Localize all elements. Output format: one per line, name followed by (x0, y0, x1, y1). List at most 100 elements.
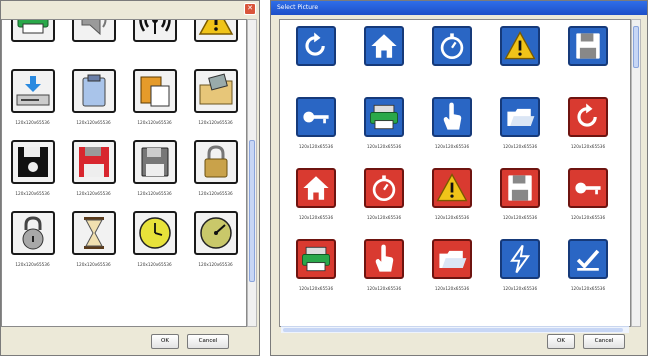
left-scroll-thumb[interactable] (249, 140, 255, 282)
left-picture-item[interactable]: 120x120x65536 (124, 140, 185, 211)
warning-icon (193, 20, 238, 42)
download-drive-icon (10, 69, 55, 113)
refresh-icon (296, 26, 336, 66)
right-picture-item[interactable] (418, 26, 486, 97)
picture-caption: 120x120x65536 (366, 144, 402, 149)
right-picture-item[interactable]: 120x120x65536 (486, 97, 554, 168)
left-picture-list[interactable]: 120x120x65536 120x120x65536 120x120x65536 1… (1, 19, 247, 327)
picture-caption: 120x120x65536 (502, 144, 538, 149)
left-picture-item[interactable]: 120x120x65536 (185, 140, 246, 211)
open-folder-icon (432, 239, 472, 279)
pointer-hand-icon (364, 239, 404, 279)
picture-caption: 120x120x65536 (434, 286, 470, 291)
picture-caption: 120x120x65536 (137, 191, 172, 196)
right-picture-item[interactable]: 120x120x65536 (554, 239, 622, 310)
pointer-hand-icon (432, 97, 472, 137)
paste-icon (132, 69, 177, 113)
right-picture-item[interactable] (282, 26, 350, 97)
left-picture-item[interactable]: 120x120x65536 (185, 211, 246, 282)
home-icon (296, 168, 336, 208)
key-icon (568, 168, 608, 208)
left-picture-item[interactable] (63, 20, 124, 69)
picture-caption: 120x120x65536 (366, 286, 402, 291)
right-picture-dialog: Select Picture 120x120x65536 120x120x6553… (270, 0, 648, 356)
lightning-icon (500, 239, 540, 279)
right-picture-item[interactable] (554, 26, 622, 97)
floppy-icon (568, 26, 608, 66)
picture-caption: 120x120x65536 (198, 262, 233, 267)
picture-caption: 120x120x65536 (298, 286, 334, 291)
left-picture-item[interactable]: 120x120x65536 (124, 211, 185, 282)
clipboard-icon (71, 69, 116, 113)
picture-caption: 120x120x65536 (366, 215, 402, 220)
stopwatch-icon (364, 168, 404, 208)
picture-caption: 120x120x65536 (570, 286, 606, 291)
left-picture-item[interactable]: 120x120x65536 (2, 140, 63, 211)
right-picture-item[interactable]: 120x120x65536 (486, 239, 554, 310)
right-vertical-scrollbar[interactable] (631, 19, 641, 327)
hourglass-icon (71, 211, 116, 255)
right-ok-button[interactable]: OK (547, 334, 575, 349)
right-picture-list[interactable]: 120x120x65536 120x120x65536 120x120x65536 1… (279, 19, 631, 327)
right-picture-item[interactable]: 120x120x65536 (418, 168, 486, 239)
padlock-round-icon (10, 211, 55, 255)
right-picture-item[interactable]: 120x120x65536 (350, 168, 418, 239)
right-scroll-thumb[interactable] (633, 26, 639, 68)
left-picture-item[interactable]: 120x120x65536 (63, 69, 124, 140)
left-picture-item[interactable] (185, 20, 246, 69)
right-picture-item[interactable]: 120x120x65536 (418, 97, 486, 168)
picture-caption: 120x120x65536 (76, 191, 111, 196)
right-hscroll-thumb[interactable] (283, 328, 623, 332)
right-horizontal-scrollbar[interactable] (281, 326, 629, 333)
key-icon (296, 97, 336, 137)
floppy-black-icon (10, 140, 55, 184)
left-picture-item[interactable]: 120x120x65536 (2, 211, 63, 282)
open-folder-icon (500, 97, 540, 137)
right-picture-item[interactable]: 120x120x65536 (350, 239, 418, 310)
picture-caption: 120x120x65536 (502, 215, 538, 220)
wireless-icon (132, 20, 177, 42)
left-picture-item[interactable] (2, 20, 63, 69)
right-picture-item[interactable]: 120x120x65536 (282, 239, 350, 310)
left-picture-item[interactable]: 120x120x65536 (185, 69, 246, 140)
floppy-red-icon (71, 140, 116, 184)
checkmark-icon (568, 239, 608, 279)
left-vertical-scrollbar[interactable] (247, 19, 257, 327)
speaker-icon (71, 20, 116, 42)
picture-caption: 120x120x65536 (298, 215, 334, 220)
picture-caption: 120x120x65536 (298, 144, 334, 149)
left-cancel-button[interactable]: Cancel (187, 334, 229, 349)
right-picture-item[interactable]: 120x120x65536 (486, 168, 554, 239)
printer-icon (364, 97, 404, 137)
right-picture-item[interactable] (486, 26, 554, 97)
folder-icon (193, 69, 238, 113)
left-picture-item[interactable] (124, 20, 185, 69)
picture-caption: 120x120x65536 (15, 120, 50, 125)
clock-icon (132, 211, 177, 255)
padlock-icon (193, 140, 238, 184)
refresh-icon (568, 97, 608, 137)
right-cancel-button[interactable]: Cancel (583, 334, 625, 349)
right-picture-item[interactable]: 120x120x65536 (554, 168, 622, 239)
right-picture-item[interactable]: 120x120x65536 (554, 97, 622, 168)
right-picture-item[interactable]: 120x120x65536 (282, 97, 350, 168)
right-picture-item[interactable]: 120x120x65536 (350, 97, 418, 168)
stopwatch-icon (432, 26, 472, 66)
left-picture-item[interactable]: 120x120x65536 (63, 211, 124, 282)
picture-caption: 120x120x65536 (15, 191, 50, 196)
home-icon (364, 26, 404, 66)
right-picture-item[interactable]: 120x120x65536 (282, 168, 350, 239)
left-picture-item[interactable]: 120x120x65536 (2, 69, 63, 140)
left-ok-button[interactable]: OK (151, 334, 179, 349)
right-picture-item[interactable] (350, 26, 418, 97)
picture-caption: 120x120x65536 (137, 120, 172, 125)
picture-caption: 120x120x65536 (198, 120, 233, 125)
left-picture-item[interactable]: 120x120x65536 (124, 69, 185, 140)
picture-caption: 120x120x65536 (434, 144, 470, 149)
left-picture-item[interactable]: 120x120x65536 (63, 140, 124, 211)
picture-caption: 120x120x65536 (434, 215, 470, 220)
printer-icon (10, 20, 55, 42)
right-picture-item[interactable]: 120x120x65536 (418, 239, 486, 310)
floppy-icon (500, 168, 540, 208)
left-close-icon[interactable]: ✕ (244, 3, 256, 15)
